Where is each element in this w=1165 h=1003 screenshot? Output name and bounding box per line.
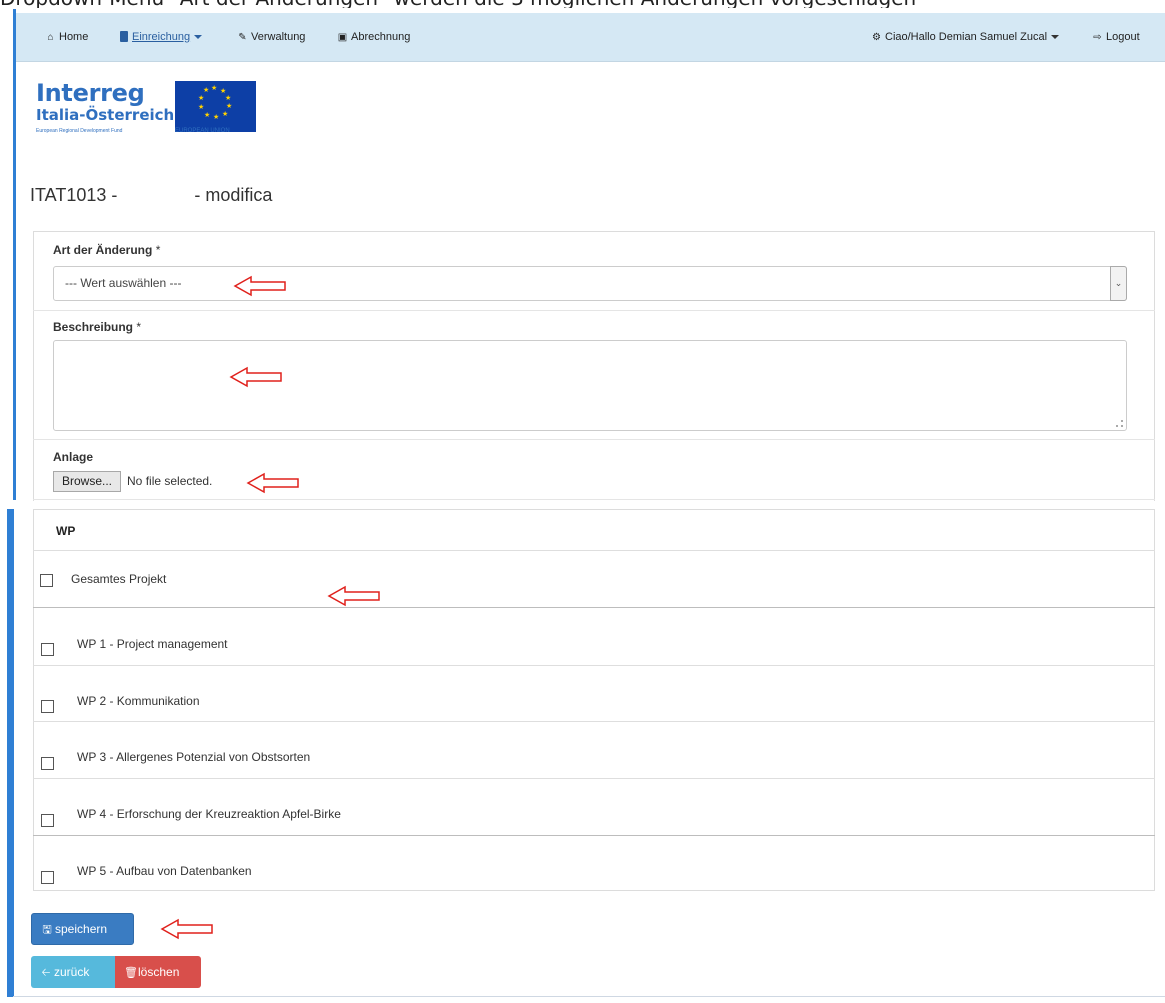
project-code: ITAT1013 - [30,185,118,205]
wp-1-label: WP 1 - Project management [77,637,228,651]
wp-5-label: WP 5 - Aufbau von Datenbanken [77,864,252,878]
whole-project-label: Gesamtes Projekt [71,572,167,586]
annotation-arrow-icon [233,275,286,297]
attachment-label: Anlage [53,450,94,464]
form-divider [33,499,1155,500]
logo-wordmark: Interreg [36,79,145,107]
wp-3-label: WP 3 - Allergenes Potenzial von Obstsort… [77,750,311,764]
work-package-panel [33,509,1155,891]
form-divider [33,310,1155,311]
wp-divider [33,721,1155,722]
attachment-file-input: Browse... No file selected. [53,471,212,492]
logo-fund-text: European Regional Development Fund [36,128,123,134]
wp-2-checkbox[interactable] [41,700,54,713]
pencil-icon: ✎ [238,32,247,43]
annotation-arrow-icon [246,472,299,494]
wp-divider [33,665,1155,666]
top-navbar: ⌂ Home Einreichung ✎ Verwaltung ▣ Abrechnun… [16,13,1165,62]
change-type-select[interactable]: --- Wert auswählen --- ⌄ [53,266,1127,301]
logout-link[interactable]: ⇨ Logout [1092,13,1140,62]
nav-einreichung-label: Einreichung [132,31,191,43]
accent-bar-bottom [7,509,14,997]
wp-divider [33,778,1155,779]
description-textarea[interactable] [53,340,1127,431]
nav-home-label: Home [59,31,89,43]
wp-divider [33,550,1155,551]
resize-handle-icon[interactable] [1116,420,1123,427]
gear-icon: ⚙ [872,32,881,43]
nav-einreichung-dropdown[interactable]: Einreichung [120,13,203,62]
description-label: Beschreibung * [53,320,142,334]
wp-4-label: WP 4 - Erforschung der Kreuzreaktion Apf… [77,807,341,821]
nav-abrechnung-label: Abrechnung [351,31,411,43]
logo-subtitle: Italia-Österreich [36,106,175,124]
trash-icon: 🗑 [124,967,138,979]
interreg-logo: Interreg Italia-Österreich European Regi… [36,80,256,140]
nav-verwaltung-label: Verwaltung [251,31,306,43]
wp-1-checkbox[interactable] [41,643,54,656]
nav-abrechnung[interactable]: ▣ Abrechnung [337,13,411,62]
logo-eu-text: EUROPEAN UNION [175,128,230,134]
delete-button-label: löschen [138,965,180,979]
wp-divider [33,835,1155,836]
wp-2-label: WP 2 - Kommunikation [77,694,200,708]
chevron-down-icon[interactable]: ⌄ [1110,266,1127,301]
logout-label: Logout [1106,31,1140,43]
chevron-down-icon [1051,35,1060,40]
browse-button[interactable]: Browse... [53,471,122,492]
change-type-label: Art der Änderung * [53,243,161,257]
annotation-arrow-icon [160,918,213,940]
wp-divider [33,607,1155,608]
wp-3-checkbox[interactable] [41,757,54,770]
back-button[interactable]: 🡠 zurück [31,956,116,988]
whole-project-checkbox[interactable] [40,574,53,587]
banknote-icon: ▣ [337,32,348,43]
wp-header: WP [56,524,76,538]
wp-4-checkbox[interactable] [41,814,54,827]
page-title-suffix: - modifica [194,185,273,205]
arrow-left-icon: 🡠 [41,967,51,979]
nav-home[interactable]: ⌂ Home [45,13,88,62]
save-button[interactable]: 🖫 speichern [31,913,134,945]
nav-verwaltung[interactable]: ✎ Verwaltung [237,13,305,62]
eu-flag-icon: ★ ★ ★ ★ ★ ★ ★ ★ ★ ★ [175,81,256,132]
floppy-disk-icon: 🖫 [42,924,52,936]
frame-bottom-border [13,996,1165,997]
back-button-label: zurück [54,965,90,979]
annotation-caption: Dropdown-Menü "Art der Änderungen" werde… [0,0,1165,8]
wp-5-checkbox[interactable] [41,871,54,884]
change-type-value: --- Wert auswählen --- [65,276,182,290]
accent-bar-top [13,9,16,500]
annotation-arrow-icon [229,366,282,388]
annotation-arrow-icon [327,585,380,607]
form-divider [33,439,1155,440]
save-button-label: speichern [55,922,108,936]
user-menu-label: Ciao/Hallo Demian Samuel Zucal [885,31,1048,43]
delete-button[interactable]: 🗑löschen [115,956,201,988]
home-icon: ⌂ [47,32,54,43]
book-icon [120,31,128,42]
user-menu-dropdown[interactable]: ⚙ Ciao/Hallo Demian Samuel Zucal [871,13,1060,62]
logout-icon: ⇨ [1093,32,1102,43]
chevron-down-icon [194,35,203,40]
page-title: ITAT1013 - - modifica [30,185,272,205]
file-status-text: No file selected. [127,474,213,488]
